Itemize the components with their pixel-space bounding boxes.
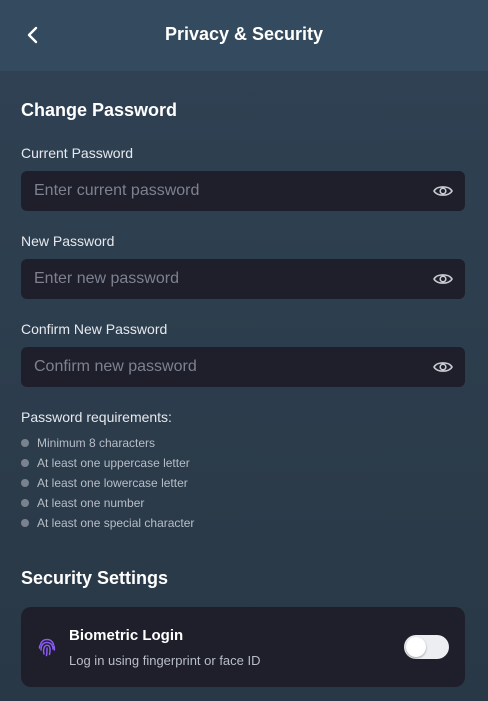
confirm-password-input[interactable] — [21, 347, 421, 387]
confirm-password-label: Confirm New Password — [21, 321, 168, 337]
biometric-login-card: Biometric Login Log in using fingerprint… — [21, 607, 465, 687]
app-header: Privacy & Security — [0, 0, 488, 71]
eye-icon — [433, 362, 453, 372]
new-password-visibility-toggle[interactable] — [432, 269, 454, 289]
password-requirements-list: Minimum 8 characters At least one upperc… — [21, 436, 194, 536]
current-password-input[interactable] — [21, 171, 421, 211]
current-password-label: Current Password — [21, 145, 134, 161]
bullet-icon — [21, 459, 29, 467]
requirement-text: At least one number — [37, 496, 145, 510]
bullet-icon — [21, 519, 29, 527]
new-password-label: New Password — [21, 233, 115, 249]
bullet-icon — [21, 479, 29, 487]
biometric-login-toggle[interactable] — [404, 635, 449, 659]
bullet-icon — [21, 499, 29, 507]
requirement-item: Minimum 8 characters — [21, 436, 194, 456]
confirm-password-field-container — [21, 347, 465, 387]
requirement-item: At least one number — [21, 496, 194, 516]
bullet-icon — [21, 439, 29, 447]
requirement-text: At least one uppercase letter — [37, 456, 190, 470]
change-password-heading: Change Password — [21, 100, 178, 120]
new-password-field-container — [21, 259, 465, 299]
security-settings-heading: Security Settings — [21, 568, 169, 588]
settings-content: Change Password Current Password New Pas… — [0, 71, 488, 701]
confirm-password-visibility-toggle[interactable] — [432, 357, 454, 377]
requirement-item: At least one special character — [21, 516, 194, 536]
toggle-knob — [406, 637, 426, 657]
fingerprint-icon — [38, 638, 56, 657]
current-password-field-container — [21, 171, 465, 211]
biometric-login-description: Log in using fingerprint or face ID — [69, 653, 261, 668]
eye-icon — [433, 186, 453, 196]
eye-icon — [433, 274, 453, 284]
new-password-input[interactable] — [21, 259, 421, 299]
requirement-item: At least one uppercase letter — [21, 456, 194, 476]
requirement-text: At least one lowercase letter — [37, 476, 188, 490]
requirement-text: Minimum 8 characters — [37, 436, 156, 450]
current-password-visibility-toggle[interactable] — [432, 181, 454, 201]
requirement-item: At least one lowercase letter — [21, 476, 194, 496]
requirement-text: At least one special character — [37, 516, 195, 530]
page-title: Privacy & Security — [164, 24, 324, 44]
password-requirements-title: Password requirements: — [21, 409, 172, 425]
biometric-login-title: Biometric Login — [69, 627, 184, 644]
